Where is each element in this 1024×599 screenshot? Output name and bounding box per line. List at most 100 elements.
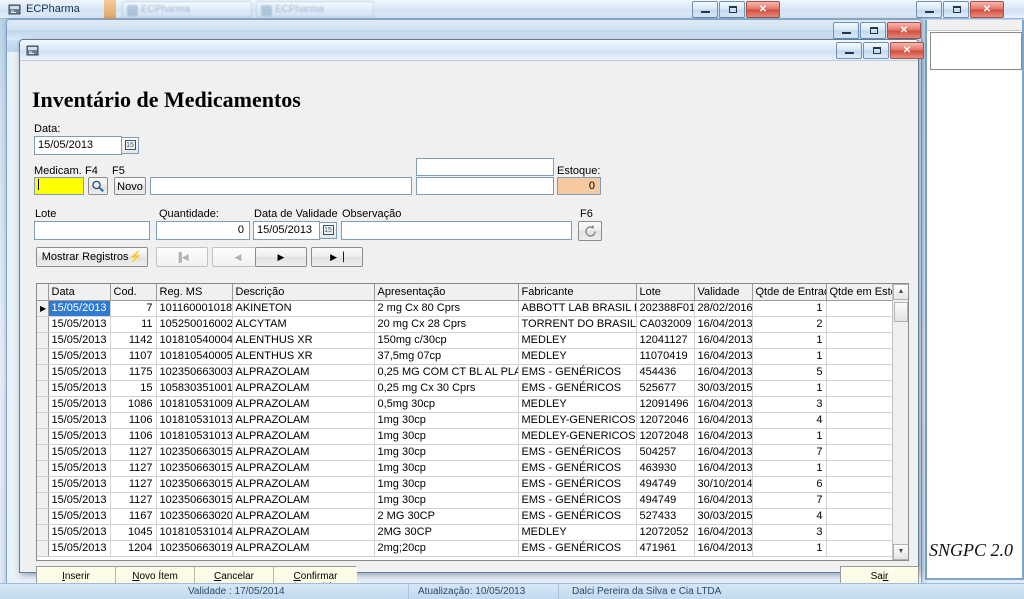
table-row[interactable]: 15/05/2013 1127 1023506630158 ALPRAZOLAM 1mg… xyxy=(37,476,903,493)
row-selector-cell[interactable] xyxy=(37,476,49,493)
col-header-validade[interactable]: Validade xyxy=(694,284,753,301)
table-row[interactable]: 15/05/2013 1127 1023506630158 ALPRAZOLAM 1mg… xyxy=(37,460,903,477)
col-header-fabricante[interactable]: Fabricante xyxy=(518,284,637,301)
medicam-description-input[interactable] xyxy=(150,177,412,195)
table-row[interactable]: 15/05/2013 15 1058303510010 ALPRAZOLAM 0,25 … xyxy=(37,380,903,397)
col-header-data[interactable]: Data xyxy=(48,284,111,301)
dialog-close-button[interactable]: ✕ xyxy=(890,42,924,59)
grid-vertical-scrollbar[interactable]: ▲ ▼ xyxy=(892,284,908,560)
col-header-lote[interactable]: Lote xyxy=(636,284,695,301)
table-row[interactable]: 15/05/2013 1127 1023506630158 ALPRAZOLAM 1mg… xyxy=(37,492,903,509)
validade-input[interactable]: 15/05/2013 xyxy=(253,221,320,240)
cell-descricao: ALENTHUS XR xyxy=(232,348,375,365)
table-row[interactable]: 15/05/2013 1106 1018105310131 ALPRAZOLAM 1mg… xyxy=(37,428,903,445)
mdi-minimize-button[interactable] xyxy=(833,22,859,39)
novo-medicam-button[interactable]: Novo xyxy=(114,177,146,195)
table-row[interactable]: 15/05/2013 1086 1018105310091 ALPRAZOLAM 0,5… xyxy=(37,396,903,413)
col-header-cod[interactable]: Cod. xyxy=(110,284,157,301)
mdi-window-controls[interactable]: ✕ xyxy=(833,22,921,39)
col-header-reg-ms[interactable]: Reg. MS xyxy=(156,284,233,301)
row-selector-cell[interactable] xyxy=(37,524,49,541)
table-row[interactable]: 15/05/2013 1167 1023506630204 ALPRAZOLAM 2 M… xyxy=(37,508,903,525)
scroll-thumb[interactable] xyxy=(894,302,908,322)
cell-apresentacao: 1mg 30cp xyxy=(374,460,519,477)
cell-validade: 16/04/2013 xyxy=(694,460,753,477)
background-tab-2[interactable]: ECPharma xyxy=(256,1,374,18)
background-close-button[interactable]: ✕ xyxy=(746,1,780,18)
medicam-search-button[interactable] xyxy=(88,177,108,195)
outer-window-controls[interactable]: ✕ xyxy=(916,1,1004,18)
outer-close-button[interactable]: ✕ xyxy=(970,1,1004,18)
background-app-titlebar: ECPharma ECPharma ECPharma ✕ ✕ xyxy=(0,0,1024,19)
inventory-grid[interactable]: Data Cod. Reg. MS Descrição Apresentação… xyxy=(36,283,909,561)
cell-fabricante: ABBOTT LAB BRASIL LTDA xyxy=(518,300,637,317)
cell-lote: 494749 xyxy=(636,476,695,493)
f4-label: F4 xyxy=(85,165,98,177)
col-header-descricao[interactable]: Descrição xyxy=(232,284,375,301)
medicam-code-input[interactable] xyxy=(34,177,84,195)
cell-qtde-entrada: 6 xyxy=(752,476,827,493)
row-selector-cell[interactable] xyxy=(37,364,49,381)
row-selector-cell[interactable] xyxy=(37,540,49,557)
table-row[interactable]: 15/05/2013 1045 1018105310148 ALPRAZOLAM 2MG… xyxy=(37,524,903,541)
outer-minimize-button[interactable] xyxy=(916,1,942,18)
lote-input[interactable] xyxy=(34,221,150,240)
row-selector-cell[interactable] xyxy=(37,428,49,445)
background-tab-1[interactable]: ECPharma xyxy=(122,1,252,18)
medicam-aux-top-input[interactable] xyxy=(416,158,554,176)
nav-first-button[interactable]: ▐◀ xyxy=(156,247,208,267)
dialog-window-controls[interactable]: ✕ xyxy=(836,42,924,59)
right-panel-input-box[interactable] xyxy=(930,32,1022,70)
background-maximize-button[interactable] xyxy=(719,1,745,18)
col-header-qtde-entrada[interactable]: Qtde de Entrada xyxy=(752,284,827,301)
medicam-aux-input[interactable] xyxy=(416,177,554,195)
table-row[interactable]: 15/05/2013 11 1052500160021 ALCYTAM 20 mg Cx… xyxy=(37,316,903,333)
cell-qtde-estoque: 4 xyxy=(826,412,903,429)
cell-validade: 30/03/2015 xyxy=(694,380,753,397)
table-row[interactable]: 15/05/2013 1106 1018105310131 ALPRAZOLAM 1mg… xyxy=(37,412,903,429)
background-minimize-button[interactable] xyxy=(692,1,718,18)
validade-calendar-button[interactable] xyxy=(320,222,337,239)
refresh-f6-button[interactable] xyxy=(578,221,602,241)
mostrar-registros-button[interactable]: Mostrar Registros⚡ xyxy=(36,247,148,267)
row-selector-cell[interactable] xyxy=(37,460,49,477)
row-selector-cell[interactable] xyxy=(37,316,49,333)
scroll-up-button[interactable]: ▲ xyxy=(893,284,908,300)
dialog-maximize-button[interactable] xyxy=(863,42,889,59)
row-selector-cell[interactable] xyxy=(37,492,49,509)
status-validade: Validade : 17/05/2014 xyxy=(188,586,285,597)
observacao-input[interactable] xyxy=(341,221,572,240)
row-selector-cell[interactable] xyxy=(37,380,49,397)
row-selector-cell[interactable] xyxy=(37,348,49,365)
table-row[interactable]: 15/05/2013 1127 1023506630158 ALPRAZOLAM 1mg… xyxy=(37,444,903,461)
dialog-minimize-button[interactable] xyxy=(836,42,862,59)
cell-apresentacao: 1mg 30cp xyxy=(374,476,519,493)
quantidade-input[interactable]: 0 xyxy=(156,221,250,240)
cell-fabricante: EMS - GENÉRICOS xyxy=(518,460,637,477)
table-row[interactable]: 15/05/2013 1204 1023506630190 ALPRAZOLAM 2mg… xyxy=(37,540,903,557)
cell-descricao: ALPRAZOLAM xyxy=(232,444,375,461)
row-selector-cell[interactable] xyxy=(37,444,49,461)
col-header-apresentacao[interactable]: Apresentação xyxy=(374,284,519,301)
mdi-close-button[interactable]: ✕ xyxy=(887,22,921,39)
table-row[interactable]: 15/05/2013 1142 1018105400041 ALENTHUS XR 15… xyxy=(37,332,903,349)
background-window-controls[interactable]: ✕ xyxy=(692,1,780,18)
nav-next-button[interactable]: ▶ xyxy=(255,247,307,267)
scroll-down-button[interactable]: ▼ xyxy=(893,544,908,560)
data-calendar-button[interactable] xyxy=(122,137,139,154)
data-input[interactable]: 15/05/2013 xyxy=(34,136,122,155)
row-selector-cell[interactable] xyxy=(37,508,49,525)
status-atualizacao: Atualização: 10/05/2013 xyxy=(418,586,526,597)
mdi-maximize-button[interactable] xyxy=(860,22,886,39)
row-selector-cell[interactable]: ▶ xyxy=(37,300,49,317)
outer-maximize-button[interactable] xyxy=(943,1,969,18)
table-row[interactable]: ▶ 15/05/2013 7 1011600010180 AKINETON 2 mg Cx… xyxy=(37,300,903,317)
row-selector-cell[interactable] xyxy=(37,332,49,349)
table-row[interactable]: 15/05/2013 1107 1018105400058 ALENTHUS XR 37… xyxy=(37,348,903,365)
col-header-qtde-estoque[interactable]: Qtde em Estoque xyxy=(826,284,903,301)
table-row[interactable]: 15/05/2013 1175 1023506630034 ALPRAZOLAM 0,2… xyxy=(37,364,903,381)
row-selector-cell[interactable] xyxy=(37,412,49,429)
row-selector-cell[interactable] xyxy=(37,396,49,413)
nav-last-button[interactable]: ▶▕ xyxy=(311,247,363,267)
cell-validade: 16/04/2013 xyxy=(694,348,753,365)
